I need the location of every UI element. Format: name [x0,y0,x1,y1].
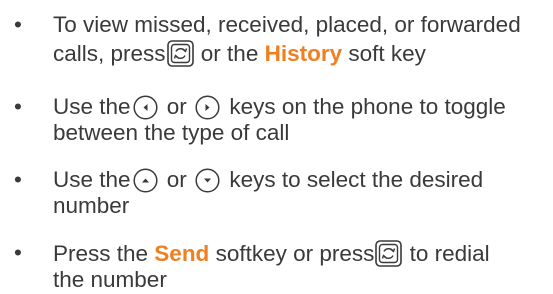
up-arrow-key-icon [132,168,158,193]
line: between the type of call [53,120,548,146]
item-text: Use the or keys to select the desired nu… [53,167,548,219]
text-segment: the number [53,267,167,292]
history-softkey-label: History [264,41,343,66]
text-segment: calls, press [53,41,166,66]
text-segment: soft key [342,41,426,66]
left-arrow-key-icon [132,95,158,120]
history-key-icon [166,40,194,67]
text-segment: Press the [53,241,155,266]
line: To view missed, received, placed, or for… [53,12,548,38]
bullet: • [14,167,22,192]
bullet: • [14,240,22,265]
text-segment: softkey or press [209,241,375,266]
text-segment: To view missed, received, placed, or for… [53,12,521,37]
item-text: Press the Send softkey or press to redia… [53,240,548,293]
item-text: Use the or keys on the phone to toggle b… [53,94,548,146]
line: Press the Send softkey or press to redia… [53,240,548,267]
item-text: To view missed, received, placed, or for… [53,12,548,67]
line: Use the or keys to select the desired [53,167,548,193]
bullet: • [14,94,22,119]
line: Use the or keys on the phone to toggle [53,94,548,120]
text-segment: Use the [53,167,131,192]
text-segment: keys to select the desired [223,167,484,192]
line: the number [53,267,548,293]
text-segment: Use the [53,94,131,119]
text-segment: number [53,193,130,218]
instruction-list: • To view missed, received, placed, or f… [0,0,553,294]
text-segment: or [160,94,194,119]
text-segment: or the [194,41,265,66]
bullet: • [14,12,22,37]
text-segment: between the type of call [53,120,290,145]
right-arrow-key-icon [195,95,220,120]
text-segment: to redial [403,241,490,266]
down-arrow-key-icon [195,168,220,193]
line: calls, press or the History soft key [53,40,548,67]
send-softkey-label: Send [154,241,210,266]
text-segment: or [160,167,194,192]
line: number [53,193,548,219]
history-key-icon [375,240,403,267]
text-segment: keys on the phone to toggle [223,94,506,119]
